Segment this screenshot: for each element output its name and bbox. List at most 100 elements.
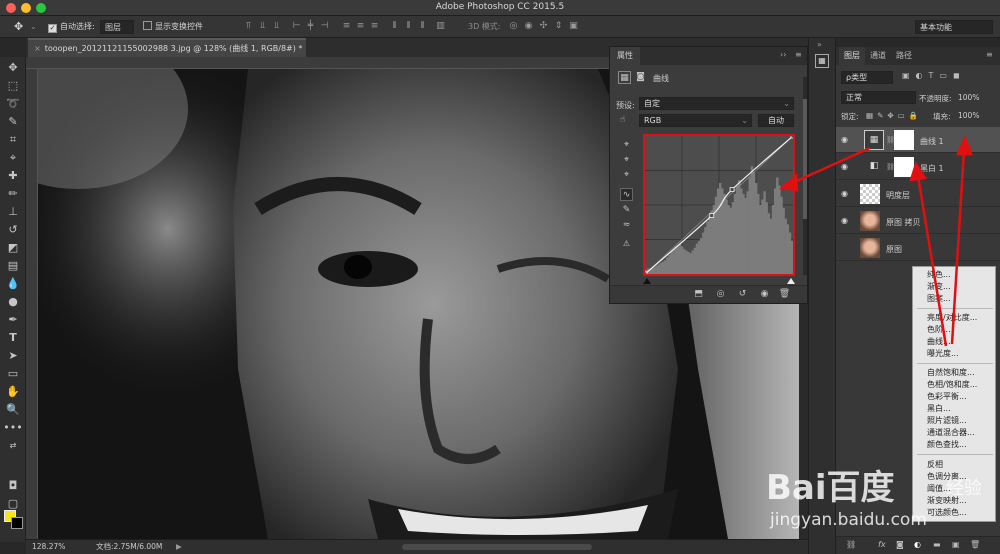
blend-mode-dropdown[interactable]: 正常 <box>841 91 916 104</box>
collapse-dock-icon[interactable]: » <box>817 40 822 49</box>
view-previous-state-icon[interactable]: ◎ <box>714 288 727 301</box>
distribute-right-icon[interactable]: ⦀ <box>417 21 428 32</box>
link-layers-icon[interactable]: ⛓ <box>846 540 856 549</box>
menu-item-hue-saturation[interactable]: 色相/饱和度... <box>913 379 997 391</box>
more-tools-icon[interactable]: ••• <box>2 419 24 436</box>
distribute-left-icon[interactable]: ⦀ <box>389 21 400 32</box>
layers-menu-icon[interactable]: ≡ <box>986 50 993 59</box>
eraser-tool-icon[interactable]: ◩ <box>2 239 24 256</box>
set-gray-point-icon[interactable]: ⌖ <box>620 154 633 167</box>
layer-style-icon[interactable]: fx <box>878 540 886 549</box>
zoom-level[interactable]: 128.27% <box>32 540 65 554</box>
layer-row-bw[interactable]: ◉ ◧ ⛓ 黑白 1 <box>836 154 1000 180</box>
distribute-top-icon[interactable]: ≡ <box>341 21 352 32</box>
brush-tool-icon[interactable]: ✏ <box>2 185 24 202</box>
drag-3d-icon[interactable]: ✣ <box>538 21 549 32</box>
delete-adjustment-icon[interactable]: 🗑 <box>778 288 791 301</box>
orbit-3d-icon[interactable]: ◎ <box>508 21 519 32</box>
zoom-tool-icon[interactable]: 🔍 <box>2 401 24 418</box>
menu-item-gradient[interactable]: 渐变... <box>913 281 997 293</box>
menu-item-brightness-contrast[interactable]: 亮度/对比度... <box>913 312 997 324</box>
menu-item-vibrance[interactable]: 自然饱和度... <box>913 367 997 379</box>
blur-tool-icon[interactable]: 💧 <box>2 275 24 292</box>
align-vcenter-icon[interactable]: ⫫ <box>257 21 268 32</box>
align-bottom-icon[interactable]: ⫫ <box>271 21 282 32</box>
horizontal-scrollbar[interactable] <box>402 544 592 550</box>
lock-icons[interactable]: ▦✎✥▭🔒 <box>866 111 922 120</box>
gradient-tool-icon[interactable]: ▤ <box>2 257 24 274</box>
fill-value[interactable]: 100% <box>958 111 979 120</box>
delete-layer-icon[interactable]: 🗑 <box>970 540 980 549</box>
align-hcenter-icon[interactable]: ╪ <box>305 21 316 32</box>
white-input-slider[interactable] <box>787 278 795 284</box>
rectangle-tool-icon[interactable]: ▭ <box>2 365 24 382</box>
target-adjust-hand-icon[interactable]: ☝ <box>616 114 629 127</box>
layer-row-luminance[interactable]: ◉ 明度层 <box>836 181 1000 207</box>
workspace-dropdown[interactable]: 基本功能 <box>915 20 993 34</box>
move-tool-icon[interactable]: ✥ <box>2 59 24 76</box>
preset-dropdown[interactable]: 自定 ⌄ <box>639 97 794 110</box>
properties-panel-icon[interactable]: ▦ <box>815 54 829 68</box>
layer-mask-thumb[interactable] <box>894 130 914 150</box>
opacity-value[interactable]: 100% <box>958 93 979 102</box>
layer-row-original-copy[interactable]: ◉ 原图 拷贝 <box>836 208 1000 234</box>
crop-tool-icon[interactable]: ⌗ <box>2 131 24 148</box>
auto-button[interactable]: 自动 <box>758 114 794 127</box>
quick-mask-icon[interactable]: ◘ <box>2 477 24 494</box>
document-tab[interactable]: × tooopen_20121121155002988 3.jpg @ 128% … <box>28 38 306 57</box>
align-top-icon[interactable]: ⫪ <box>243 21 254 32</box>
type-tool-icon[interactable]: T <box>2 329 24 346</box>
distribute-hcenter-icon[interactable]: ⦀ <box>403 21 414 32</box>
channel-dropdown[interactable]: RGB ⌄ <box>639 114 752 127</box>
new-adjustment-layer-icon[interactable]: ◐ <box>914 540 921 549</box>
menu-item-color-balance[interactable]: 色彩平衡... <box>913 391 997 403</box>
screen-mode-icon[interactable]: ▢ <box>2 495 24 512</box>
align-left-icon[interactable]: ⊢ <box>291 21 302 32</box>
menu-item-levels[interactable]: 色阶... <box>913 324 997 336</box>
auto-align-icon[interactable]: ▥ <box>435 21 446 32</box>
menu-item-photo-filter[interactable]: 照片滤镜... <box>913 415 997 427</box>
show-transform-checkbox[interactable]: 显示变换控件 <box>143 20 203 34</box>
tab-paths[interactable]: 路径 <box>891 47 917 65</box>
align-right-icon[interactable]: ⊣ <box>319 21 330 32</box>
draw-curve-icon[interactable]: ✎ <box>620 204 633 217</box>
properties-tab[interactable]: 属性 <box>610 47 640 65</box>
menu-item-pattern[interactable]: 图案... <box>913 293 997 305</box>
path-select-tool-icon[interactable]: ➤ <box>2 347 24 364</box>
lasso-tool-icon[interactable]: ➰ <box>2 95 24 112</box>
pen-tool-icon[interactable]: ✒ <box>2 311 24 328</box>
quick-select-tool-icon[interactable]: ✎ <box>2 113 24 130</box>
menu-item-solid-color[interactable]: 纯色... <box>913 269 997 281</box>
properties-scrollbar[interactable] <box>803 77 807 275</box>
menu-item-black-white[interactable]: 黑白... <box>913 403 997 415</box>
tab-channels[interactable]: 通道 <box>865 47 891 65</box>
add-mask-icon[interactable]: ◙ <box>896 540 904 549</box>
auto-select-dropdown[interactable]: 图层 <box>100 20 134 34</box>
menu-item-exposure[interactable]: 曝光度... <box>913 348 997 360</box>
tab-layers[interactable]: 图层 <box>839 47 865 65</box>
clip-to-layer-icon[interactable]: ⬒ <box>692 288 705 301</box>
roll-3d-icon[interactable]: ◉ <box>523 21 534 32</box>
background-color-swatch[interactable] <box>11 517 23 529</box>
history-brush-tool-icon[interactable]: ↺ <box>2 221 24 238</box>
hand-tool-icon[interactable]: ✋ <box>2 383 24 400</box>
new-group-icon[interactable]: ▬ <box>933 540 941 549</box>
swap-colors-icon[interactable]: ⇄ <box>2 437 24 454</box>
eyedropper-tool-icon[interactable]: ⌖ <box>2 149 24 166</box>
move-tool-icon[interactable]: ✥ <box>14 20 23 34</box>
panel-menu-icon[interactable]: ≡ <box>795 50 802 59</box>
black-input-slider[interactable] <box>643 278 651 284</box>
menu-item-invert[interactable]: 反相 <box>913 459 997 471</box>
layer-mask-thumb[interactable] <box>894 157 914 177</box>
smooth-curve-icon[interactable]: ≈ <box>620 219 633 232</box>
menu-item-curves[interactable]: 曲线... <box>913 336 997 348</box>
dodge-tool-icon[interactable]: ● <box>2 293 24 310</box>
chevron-down-icon[interactable]: ⌄ <box>30 20 37 34</box>
auto-select-checkbox[interactable]: ✓ 自动选择: <box>48 20 95 34</box>
new-layer-icon[interactable]: ▣ <box>952 540 960 549</box>
visibility-icon[interactable]: ◉ <box>758 288 771 301</box>
menu-item-channel-mixer[interactable]: 通道混合器... <box>913 427 997 439</box>
eye-icon[interactable]: ◉ <box>841 189 851 199</box>
slide-3d-icon[interactable]: ⇕ <box>553 21 564 32</box>
set-white-point-icon[interactable]: ⌖ <box>620 169 633 182</box>
